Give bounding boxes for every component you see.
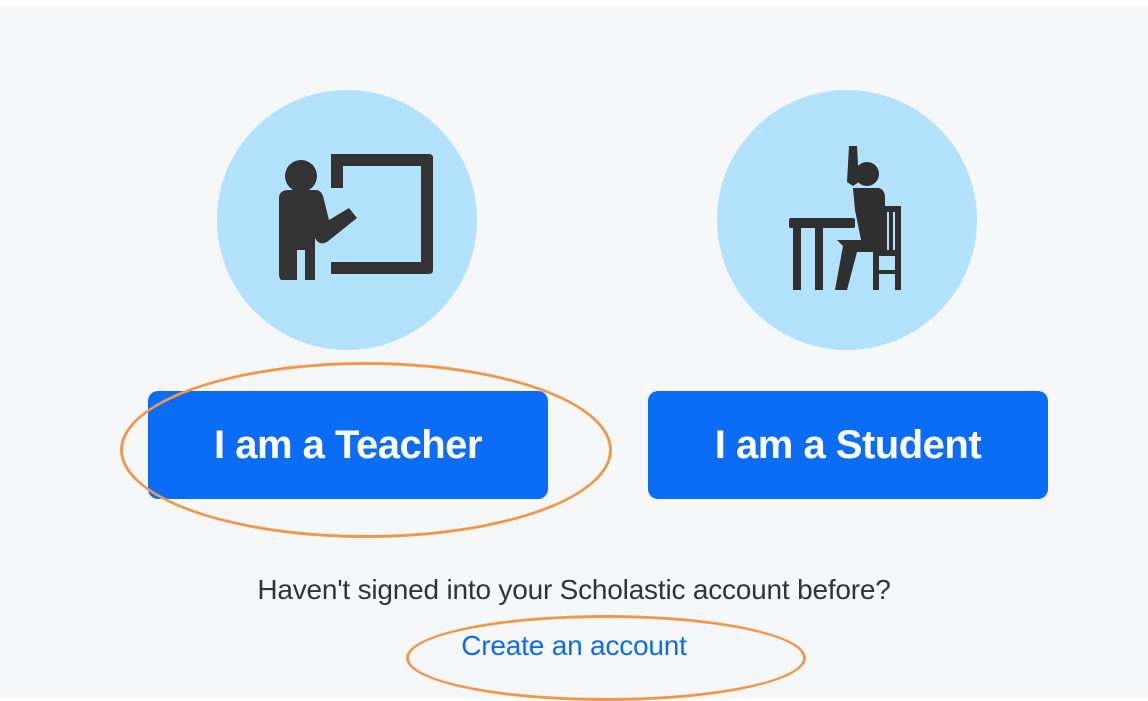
student-button[interactable]: I am a Student <box>648 391 1048 499</box>
student-raising-hand-icon <box>789 146 901 290</box>
student-card: I am a Student <box>648 6 1048 499</box>
signup-prompt: Haven't signed into your Scholastic acco… <box>257 574 891 605</box>
student-avatar <box>717 90 977 350</box>
teacher-card: I am a Teacher <box>148 6 548 499</box>
role-selection-panel: I am a Teacher I am a Student Haven't si… <box>0 6 1148 701</box>
teacher-avatar <box>217 90 477 350</box>
teacher-at-board-icon <box>279 154 433 280</box>
teacher-button[interactable]: I am a Teacher <box>148 391 548 499</box>
create-account-row: Create an account <box>0 630 1148 662</box>
create-account-link[interactable]: Create an account <box>461 630 687 661</box>
